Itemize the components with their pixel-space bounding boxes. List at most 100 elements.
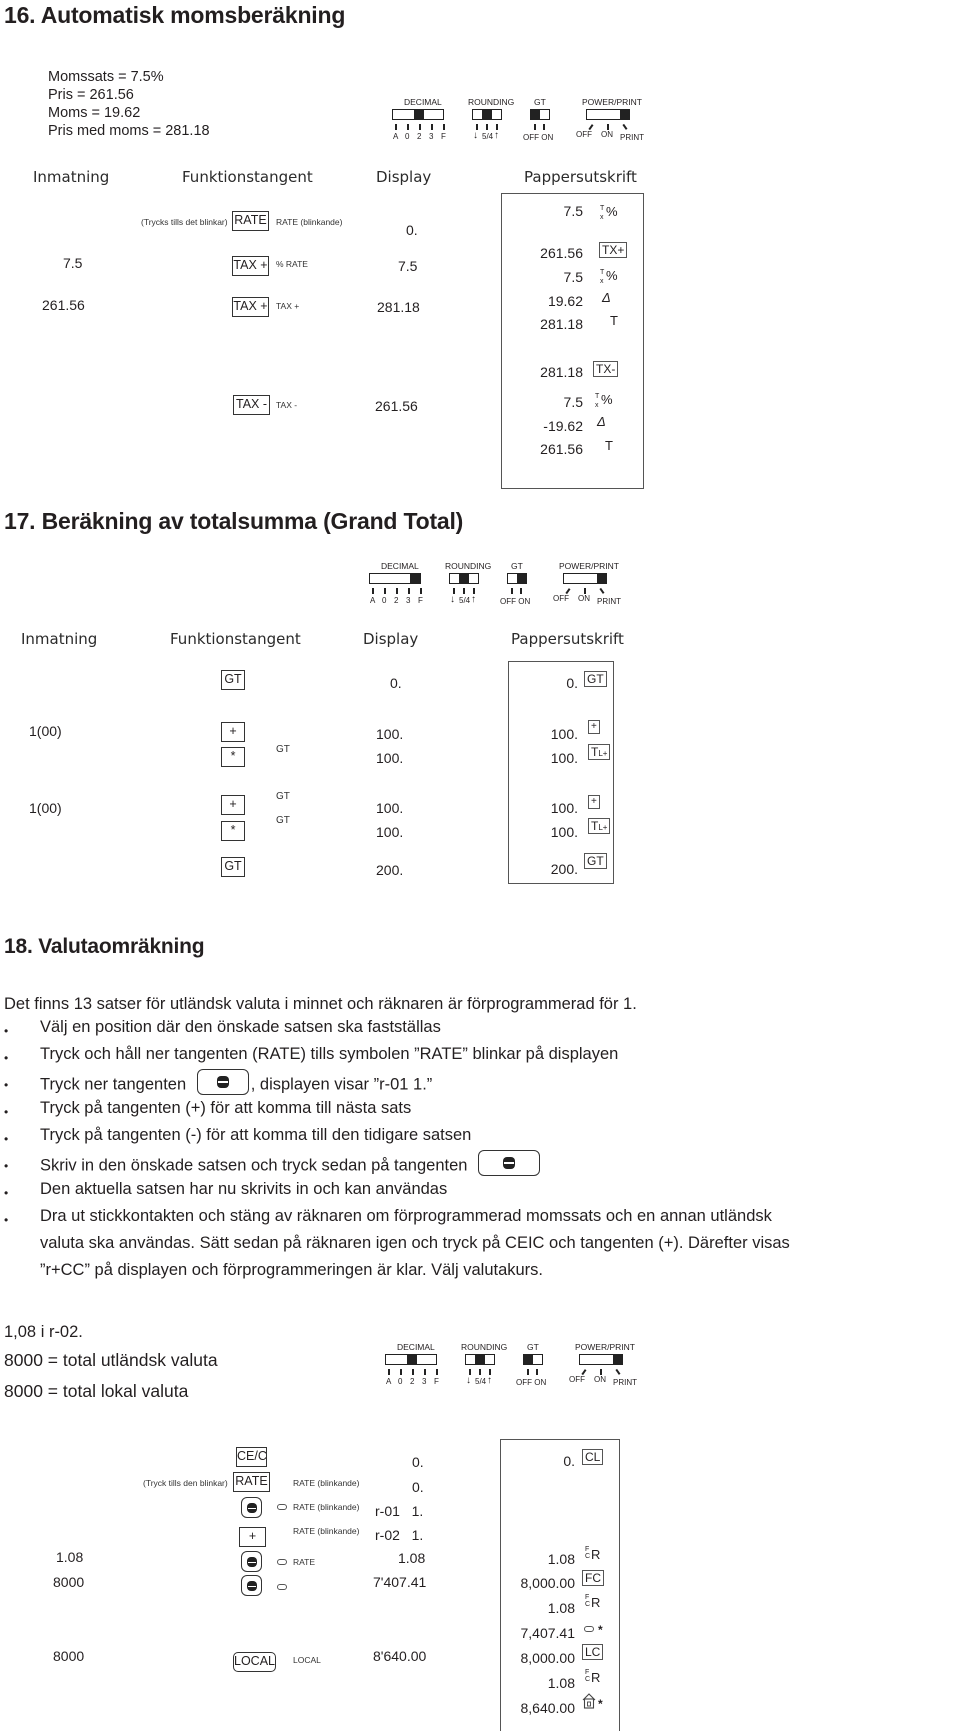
rounding-tick xyxy=(486,124,488,130)
list-item: • Den aktuella satsen har nu skrivits in… xyxy=(4,1180,448,1200)
round-down-icon: ↓ xyxy=(473,130,478,141)
list-item: • Tryck på tangenten (-) för att komma t… xyxy=(4,1126,472,1146)
display-value: 7.5 xyxy=(398,258,418,274)
decimal-option-label: F xyxy=(434,1377,439,1386)
power-switch-knob xyxy=(620,110,629,119)
power-switch-knob xyxy=(597,574,606,583)
gt-key[interactable]: GT xyxy=(221,857,245,877)
power-switch[interactable] xyxy=(586,109,630,120)
section-17-title: 17. Beräkning av totalsumma (Grand Total… xyxy=(4,508,464,534)
list-item: • Tryck på tangenten (+) för att komma t… xyxy=(4,1099,412,1119)
gt-switch[interactable] xyxy=(523,1354,543,1365)
decimal-tick xyxy=(424,1369,426,1375)
gt-tick xyxy=(534,124,536,130)
currency-icon xyxy=(216,1076,229,1088)
currency-indicator-icon xyxy=(277,1559,287,1565)
display-value: r-02 1. xyxy=(375,1527,424,1543)
currency-icon xyxy=(503,1157,516,1169)
clear-key[interactable]: CE/C xyxy=(236,1447,267,1467)
decimal-switch-knob xyxy=(414,110,424,119)
input-value: 8000 xyxy=(53,1648,85,1664)
display-value: 8'640.00 xyxy=(373,1648,427,1664)
power-tick xyxy=(599,588,605,594)
bullet-icon: • xyxy=(4,1186,9,1200)
decimal-tick xyxy=(400,1369,402,1375)
decimal-option-label: 0 xyxy=(398,1377,403,1386)
gt-option-label: OFF ON xyxy=(516,1378,547,1387)
rounding-switch-knob xyxy=(475,1355,485,1364)
switch-panel: DECIMAL A 0 2 3 F ROUNDING ↓ 5/4 ↑ GT OFF ON POWER/P… xyxy=(385,1342,685,1390)
gt-switch[interactable] xyxy=(530,109,550,120)
decimal-switch[interactable] xyxy=(369,573,421,584)
plus-key[interactable]: + xyxy=(221,722,245,742)
display-value: 281.18 xyxy=(377,299,420,315)
tape-value: 100. xyxy=(550,800,578,816)
rounding-tick xyxy=(479,1369,481,1375)
tax-minus-key[interactable]: TAX - xyxy=(233,395,270,415)
display-value: 100. xyxy=(376,800,404,816)
rounding-switch[interactable] xyxy=(449,573,479,584)
power-option-label: ON xyxy=(578,594,590,603)
gt-tick xyxy=(520,588,522,594)
rate-key[interactable]: RATE xyxy=(232,211,269,231)
tax-plus-key[interactable]: TAX + xyxy=(232,256,269,276)
gt-key[interactable]: GT xyxy=(221,670,245,690)
decimal-option-label: A xyxy=(386,1377,392,1386)
rounding-switch-label: ROUNDING xyxy=(468,97,515,107)
gt-tick xyxy=(527,1369,529,1375)
plus-key[interactable]: + xyxy=(239,1527,266,1547)
list-item: • Tryck ner tangenten , displayen visar … xyxy=(0,1069,960,1098)
decimal-switch[interactable] xyxy=(385,1354,437,1365)
currency-key[interactable] xyxy=(478,1150,541,1176)
gt-switch-label: GT xyxy=(534,97,546,107)
gt-switch-label: GT xyxy=(511,561,523,571)
decimal-tick xyxy=(395,124,397,130)
local-key[interactable]: LOCAL xyxy=(233,1652,276,1672)
display-value: 200. xyxy=(376,862,404,878)
gt-switch[interactable] xyxy=(507,573,527,584)
bullet-icon: • xyxy=(4,1024,9,1038)
currency-key[interactable] xyxy=(241,1497,262,1518)
power-switch[interactable] xyxy=(579,1354,623,1365)
decimal-option-label: 2 xyxy=(410,1377,415,1386)
power-switch[interactable] xyxy=(563,573,607,584)
currency-key[interactable] xyxy=(241,1551,262,1572)
power-option-label: PRINT xyxy=(613,1378,637,1387)
column-header-paper-printout: Pappersutskrift xyxy=(524,168,637,186)
tape-value: 281.18 xyxy=(540,364,583,380)
bullet-icon: • xyxy=(4,1132,9,1146)
asterisk-symbol: * xyxy=(598,1623,603,1637)
currency-key[interactable] xyxy=(241,1575,262,1596)
decimal-tick xyxy=(412,1369,414,1375)
tax-plus-key[interactable]: TAX + xyxy=(232,297,269,317)
tape-value: 100. xyxy=(550,750,578,766)
decimal-tick xyxy=(372,588,374,594)
plus-symbol: + xyxy=(588,720,600,734)
display-value: 0. xyxy=(390,675,402,691)
plus-key[interactable]: + xyxy=(221,795,245,815)
decimal-switch[interactable] xyxy=(392,109,444,120)
given-values: Momssats = 7.5% Pris = 261.56 Moms = 19.… xyxy=(48,68,210,140)
decimal-tick xyxy=(436,1369,438,1375)
clear-symbol: CL xyxy=(582,1449,604,1465)
decimal-switch-knob xyxy=(410,574,420,583)
delta-symbol: Δ xyxy=(602,290,611,305)
bullet-icon: • xyxy=(4,1105,9,1119)
given-price-with-vat: Pris med moms = 281.18 xyxy=(48,123,210,139)
gt-option-label: OFF ON xyxy=(500,597,531,606)
rounding-switch[interactable] xyxy=(472,109,502,120)
rate-key[interactable]: RATE xyxy=(233,1472,270,1492)
currency-key[interactable] xyxy=(196,1069,249,1095)
bullet-icon: • xyxy=(4,1213,9,1227)
total-symbol: T xyxy=(605,438,613,453)
list-item: • Dra ut stickkontakten och stäng av räk… xyxy=(4,1207,790,1279)
total-key[interactable]: * xyxy=(221,747,245,767)
decimal-option-label: 0 xyxy=(382,596,387,605)
key-note: (Trycks tills det blinkar) xyxy=(141,217,228,227)
input-value: 8000 xyxy=(53,1574,85,1590)
total-key[interactable]: * xyxy=(221,821,245,841)
input-value: 7.5 xyxy=(63,255,83,271)
currency-icon xyxy=(246,1556,257,1567)
rounding-switch[interactable] xyxy=(465,1354,495,1365)
decimal-switch-label: DECIMAL xyxy=(404,97,442,107)
